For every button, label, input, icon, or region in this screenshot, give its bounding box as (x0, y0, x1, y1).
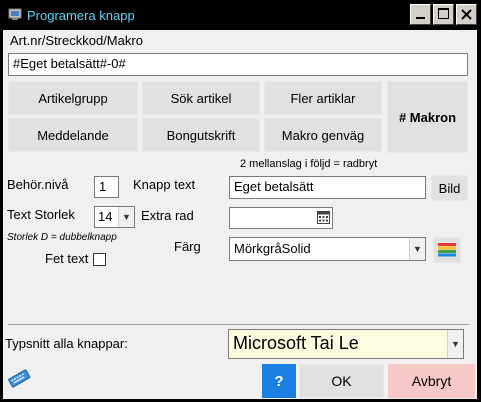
minimize-icon (416, 17, 425, 19)
artikelgrupp-button[interactable]: Artikelgrupp (8, 81, 138, 115)
help-button[interactable]: ? (262, 364, 296, 398)
makro-genvag-button[interactable]: Makro genväg (264, 118, 382, 152)
typsnitt-value: Microsoft Tai Le (233, 333, 359, 353)
artnr-input[interactable]: #Eget betalsätt#-0# (8, 53, 468, 76)
window-title: Programera knapp (27, 8, 135, 23)
chevron-down-icon[interactable]: ▼ (409, 238, 425, 260)
close-button[interactable] (456, 4, 477, 25)
chevron-down-icon[interactable]: ▼ (447, 330, 463, 358)
farg-label: Färg (174, 239, 201, 254)
app-icon (8, 8, 22, 20)
chevron-down-icon[interactable]: ▼ (118, 207, 134, 227)
dialog-window: Programera knapp Art.nr/Streckkod/Makro … (0, 0, 481, 402)
text-storlek-label: Text Storlek (7, 207, 75, 222)
minimize-button[interactable] (410, 4, 431, 25)
text-storlek-value: 14 (98, 209, 113, 224)
fet-text-checkbox[interactable] (93, 253, 106, 266)
bild-button[interactable]: Bild (431, 175, 468, 201)
text-storlek-note: Storlek D = dubbelknapp (7, 232, 117, 243)
artnr-label: Art.nr/Streckkod/Makro (10, 33, 143, 48)
separator (8, 324, 469, 325)
farg-value: MörkgråSolid (234, 241, 311, 256)
typsnitt-select[interactable]: Microsoft Tai Le ▼ (228, 329, 464, 359)
typsnitt-label: Typsnitt alla knappar: (5, 336, 128, 351)
bongutskrift-button[interactable]: Bongutskrift (142, 118, 260, 152)
line-break-hint: 2 mellanslag i följd = radbryt (240, 158, 378, 170)
title-bar: Programera knapp (0, 0, 481, 30)
extra-rad-label: Extra rad (141, 208, 194, 223)
ok-button[interactable]: OK (299, 364, 384, 398)
dialog-body: Art.nr/Streckkod/Makro #Eget betalsätt#-… (3, 30, 477, 399)
fet-text-label: Fet text (45, 251, 89, 266)
fler-artiklar-button[interactable]: Fler artiklar (264, 81, 382, 115)
behor-label: Behör.nivå (7, 177, 69, 192)
keyboard-icon[interactable] (7, 366, 31, 390)
maximize-button[interactable] (433, 4, 454, 25)
maximize-icon (438, 8, 449, 19)
makron-button[interactable]: # Makron (387, 81, 468, 153)
behor-input[interactable]: 1 (94, 176, 119, 198)
sok-artikel-button[interactable]: Sök artikel (142, 81, 260, 115)
text-storlek-select[interactable]: 14 ▼ (94, 206, 135, 228)
farg-select[interactable]: MörkgråSolid ▼ (229, 237, 426, 261)
palette-icon (438, 243, 456, 257)
palette-button[interactable] (433, 237, 461, 263)
close-icon (461, 9, 472, 20)
knapp-text-input[interactable]: Eget betalsätt (229, 176, 426, 199)
calendar-icon[interactable] (317, 211, 330, 224)
cancel-button[interactable]: Avbryt (388, 364, 475, 398)
knapp-text-label: Knapp text (133, 177, 196, 192)
meddelande-button[interactable]: Meddelande (8, 118, 138, 152)
